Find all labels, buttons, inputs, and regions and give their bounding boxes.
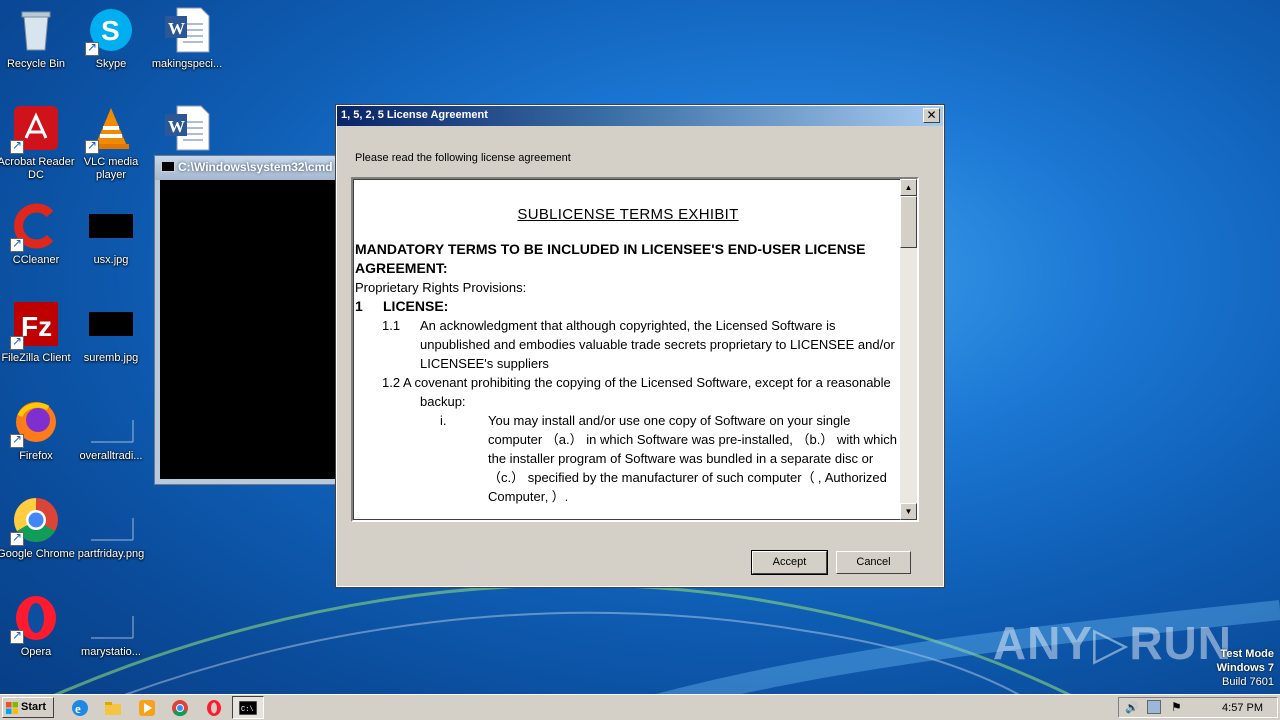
license-provisions: Proprietary Rights Provisions: xyxy=(355,280,527,295)
volume-icon[interactable]: 🔊 xyxy=(1125,701,1139,714)
taskbar: Start e C:\ 🔊 ⚑ 4:57 PM xyxy=(0,694,1280,720)
subitem-number: i. xyxy=(440,413,447,428)
desktop-icon-vlc[interactable]: VLC media player xyxy=(72,104,150,182)
firefox-icon xyxy=(10,398,60,448)
accept-button[interactable]: Accept xyxy=(751,550,828,575)
anyrun-watermark: ANY▷RUN xyxy=(992,617,1232,669)
blank-file-icon xyxy=(87,594,135,642)
image-file-icon xyxy=(87,202,135,250)
cmd-window[interactable]: C:\Windows\system32\cmd xyxy=(154,155,344,485)
license-heading: SUBLICENSE TERMS EXHIBIT xyxy=(517,206,739,223)
svg-text:W: W xyxy=(168,19,185,38)
desktop-icon-opera[interactable]: Opera xyxy=(0,594,75,659)
filezilla-icon: Fz xyxy=(10,300,60,350)
desktop-icon-chrome[interactable]: Google Chrome xyxy=(0,496,75,561)
scroll-up-button[interactable]: ▲ xyxy=(900,179,917,196)
image-file-icon xyxy=(87,300,135,348)
blank-file-icon xyxy=(87,496,135,544)
svg-text:Fz: Fz xyxy=(21,311,52,342)
item-number: 1.1 xyxy=(382,318,401,333)
desktop-icon-recycle-bin[interactable]: Recycle Bin xyxy=(0,6,75,71)
vlc-icon xyxy=(85,104,135,154)
scroll-thumb[interactable] xyxy=(900,196,917,248)
license-item-1-1: 1.1 An acknowledgment that although copyr… xyxy=(355,316,901,373)
desktop-icon-usx-jpg[interactable]: usx.jpg xyxy=(72,202,150,267)
cancel-button[interactable]: Cancel xyxy=(836,551,911,574)
desktop-icon-marystatio[interactable]: marystatio... xyxy=(72,594,150,659)
svg-text:C:\: C:\ xyxy=(241,706,254,714)
start-label: Start xyxy=(21,701,47,713)
clock[interactable]: 4:57 PM xyxy=(1222,702,1263,714)
cmd-taskbar-icon: C:\ xyxy=(239,701,257,715)
arrow-down-icon: ▼ xyxy=(904,507,913,516)
desktop-icon-skype[interactable]: S Skype xyxy=(72,6,150,71)
dialog-titlebar[interactable]: 1, 5, 2, 5 License Agreement ✕ xyxy=(337,106,943,126)
scroll-down-button[interactable]: ▼ xyxy=(900,503,917,520)
chrome-taskbar-icon[interactable] xyxy=(170,698,190,718)
action-center-flag-icon[interactable]: ⚑ xyxy=(1171,700,1182,714)
item-text: An acknowledgment that although copyrigh… xyxy=(420,318,895,371)
section-number: 1 xyxy=(355,298,363,314)
file-explorer-icon[interactable] xyxy=(103,698,123,718)
cmd-window-title: C:\Windows\system32\cmd xyxy=(178,160,333,174)
desktop-icon-suremb-jpg[interactable]: suremb.jpg xyxy=(72,300,150,365)
ccleaner-icon xyxy=(10,202,60,252)
test-mode-label: Test Mode xyxy=(1220,648,1274,660)
os-label: Windows 7 xyxy=(1216,662,1274,674)
network-icon[interactable] xyxy=(1147,700,1161,714)
chrome-icon xyxy=(10,496,60,546)
dialog-prompt: Please read the following license agreem… xyxy=(355,152,571,164)
svg-text:e: e xyxy=(75,701,81,716)
desktop-icon-makingspeci[interactable]: W makingspeci... xyxy=(148,6,226,71)
build-label: Build 7601 xyxy=(1222,676,1274,688)
license-section-1: 1 LICENSE: xyxy=(355,297,901,316)
license-mandatory: MANDATORY TERMS TO BE INCLUDED IN LICENS… xyxy=(355,241,866,276)
system-tray: 🔊 ⚑ 4:57 PM xyxy=(1118,697,1278,718)
desktop-icon-overalltradi[interactable]: overalltradi... xyxy=(72,398,150,463)
opera-icon xyxy=(10,594,60,644)
acrobat-icon xyxy=(10,104,60,154)
desktop-icon-firefox[interactable]: Firefox xyxy=(0,398,75,463)
blank-file-icon xyxy=(87,398,135,446)
desktop-icon-filezilla[interactable]: Fz FileZilla Client xyxy=(0,300,75,365)
windows-flag-icon xyxy=(6,702,18,714)
media-player-icon[interactable] xyxy=(137,698,157,718)
cmd-console-area[interactable] xyxy=(160,180,343,479)
word-document-icon: W xyxy=(163,6,211,54)
license-dialog[interactable]: 1, 5, 2, 5 License Agreement ✕ Please re… xyxy=(335,104,945,588)
license-scrollbar[interactable]: ▲ ▼ xyxy=(900,179,917,520)
license-item-1-2: 1.2 A covenant prohibiting the copying o… xyxy=(382,375,891,409)
desktop-icon-acrobat[interactable]: Acrobat Reader DC xyxy=(0,104,75,182)
arrow-up-icon: ▲ xyxy=(904,183,913,192)
section-title: LICENSE: xyxy=(383,298,449,314)
recycle-bin-icon xyxy=(12,6,60,54)
svg-text:S: S xyxy=(101,15,120,46)
word-document-icon: W xyxy=(163,104,211,152)
taskbar-cmd-button[interactable]: C:\ xyxy=(232,696,264,719)
dialog-title: 1, 5, 2, 5 License Agreement xyxy=(341,109,488,121)
svg-text:W: W xyxy=(168,117,185,136)
skype-icon: S xyxy=(85,6,135,56)
license-text: SUBLICENSE TERMS EXHIBIT MANDATORY TERMS… xyxy=(355,179,901,506)
desktop-icon-word-doc-2[interactable]: W xyxy=(148,104,226,156)
license-text-box[interactable]: SUBLICENSE TERMS EXHIBIT MANDATORY TERMS… xyxy=(351,177,919,522)
subitem-text: You may install and/or use one copy of S… xyxy=(488,413,897,504)
test-mode-notice: Test Mode Windows 7 Build 7601 xyxy=(1217,647,1274,689)
close-icon: ✕ xyxy=(926,108,937,122)
internet-explorer-icon[interactable]: e xyxy=(70,698,90,718)
cmd-icon xyxy=(161,161,175,172)
opera-taskbar-icon[interactable] xyxy=(204,698,224,718)
license-subitem-i: i. You may install and/or use one copy of… xyxy=(355,411,901,506)
cmd-window-titlebar[interactable]: C:\Windows\system32\cmd xyxy=(155,156,343,180)
close-button[interactable]: ✕ xyxy=(923,108,940,123)
desktop-icon-ccleaner[interactable]: CCleaner xyxy=(0,202,75,267)
start-button[interactable]: Start xyxy=(2,697,54,718)
desktop-icon-partfriday[interactable]: partfriday.png xyxy=(72,496,150,561)
